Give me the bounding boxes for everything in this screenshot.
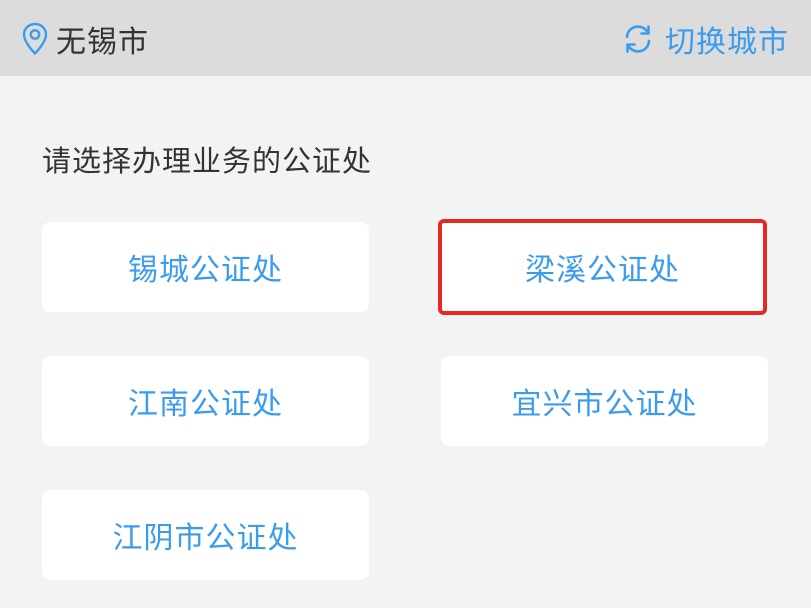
location-pin-icon	[22, 22, 48, 56]
switch-city-label: 切换城市	[665, 25, 789, 60]
refresh-icon	[621, 22, 655, 56]
office-card-yixing[interactable]: 宜兴市公证处	[441, 356, 768, 446]
top-bar: 无锡市 切换城市	[0, 0, 811, 76]
office-card-jiangyin[interactable]: 江阴市公证处	[42, 490, 369, 580]
switch-city-button[interactable]: 切换城市	[621, 20, 789, 60]
office-card-xicheng[interactable]: 锡城公证处	[42, 222, 369, 312]
office-card-jiangnan[interactable]: 江南公证处	[42, 356, 369, 446]
office-card-liangxi[interactable]: 梁溪公证处	[438, 219, 767, 315]
prompt-text: 请选择办理业务的公证处	[42, 144, 373, 178]
city-name: 无锡市	[56, 25, 149, 60]
current-city: 无锡市	[22, 20, 149, 60]
